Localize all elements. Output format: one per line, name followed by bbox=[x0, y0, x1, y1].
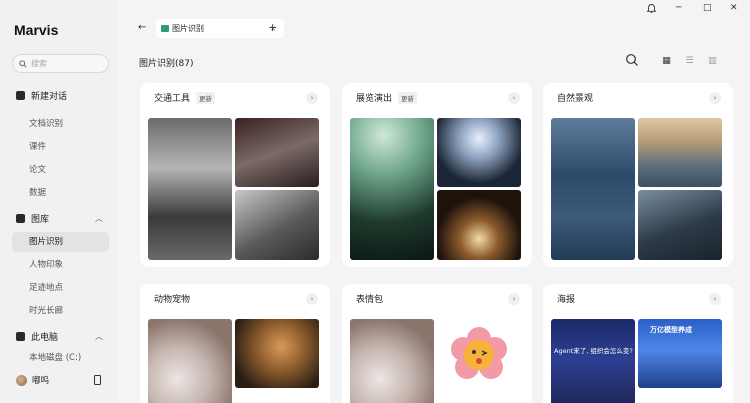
page-title: 图片识别(87) bbox=[139, 59, 194, 69]
minimize-icon[interactable]: ─ bbox=[676, 3, 681, 13]
add-tab-icon[interactable]: + bbox=[268, 21, 277, 34]
thumbnail-image[interactable] bbox=[638, 190, 722, 260]
thumbnail-image[interactable] bbox=[437, 118, 521, 187]
new-chat-icon bbox=[16, 90, 25, 100]
sidebar-item-local-disk[interactable]: 本地磁盘 (C:) bbox=[29, 351, 81, 365]
poster-caption: Agent来了, 组织会怎么变? bbox=[554, 347, 633, 355]
flower-emoji-icon bbox=[451, 327, 507, 379]
maximize-icon[interactable]: □ bbox=[703, 3, 712, 13]
sidebar-item-courseware[interactable]: 课件 bbox=[29, 140, 46, 154]
card-title: 表情包 bbox=[356, 295, 384, 305]
phone-icon[interactable] bbox=[94, 375, 101, 385]
new-chat-label: 新建对话 bbox=[31, 91, 68, 102]
thumbnail-image[interactable] bbox=[148, 319, 232, 403]
grid-view-icon[interactable]: ▦ bbox=[655, 52, 678, 69]
sidebar-item-timeline[interactable]: 时光长廊 bbox=[29, 304, 63, 318]
image-icon bbox=[161, 25, 169, 32]
card-title: 展览演出 bbox=[356, 94, 393, 104]
album-card-landscapes[interactable]: 自然景观 › bbox=[543, 83, 733, 267]
thumbnail-image[interactable] bbox=[350, 319, 434, 403]
chevron-right-icon[interactable]: › bbox=[306, 293, 318, 305]
thumbnail-image[interactable] bbox=[551, 118, 635, 260]
gallery-label: 图库 bbox=[31, 214, 50, 225]
thumbnail-image[interactable] bbox=[235, 118, 319, 187]
computer-label: 此电脑 bbox=[31, 332, 59, 343]
poster-image[interactable]: 万亿模型养成 bbox=[638, 319, 722, 388]
poster-image[interactable]: Agent来了, 组织会怎么变? bbox=[551, 319, 635, 403]
columns-view-icon[interactable]: ▥ bbox=[701, 52, 724, 69]
view-toggle[interactable]: ▦ ☰ ▥ bbox=[655, 52, 725, 69]
search-icon bbox=[19, 59, 27, 68]
sidebar-item-documents[interactable]: 文档识别 bbox=[29, 117, 63, 131]
update-badge: 更新 bbox=[398, 91, 418, 104]
sticker-image[interactable] bbox=[437, 319, 521, 388]
album-card-stickers[interactable]: 表情包 › bbox=[342, 284, 532, 403]
album-card-performances[interactable]: 展览演出 更新 › bbox=[342, 83, 532, 267]
album-card-posters[interactable]: 海报 › Agent来了, 组织会怎么变? 万亿模型养成 bbox=[543, 284, 733, 403]
thumbnail-image[interactable] bbox=[638, 118, 722, 187]
sidebar-item-people[interactable]: 人物印象 bbox=[29, 258, 63, 272]
card-title: 自然景观 bbox=[557, 94, 594, 104]
sidebar-item-papers[interactable]: 论文 bbox=[29, 163, 46, 177]
chevron-right-icon[interactable]: › bbox=[709, 92, 721, 104]
sidebar-item-data[interactable]: 数据 bbox=[29, 186, 46, 200]
sidebar-item-places[interactable]: 足迹地点 bbox=[29, 281, 63, 295]
sidebar-computer[interactable]: 此电脑 bbox=[16, 328, 58, 344]
search-input[interactable] bbox=[31, 59, 101, 68]
back-arrow-icon[interactable]: ← bbox=[138, 22, 146, 33]
poster-caption: 万亿模型养成 bbox=[650, 326, 692, 334]
user-profile[interactable]: 嘟呜 bbox=[16, 374, 49, 386]
tab-image-recognition[interactable]: 图片识别 ✕ bbox=[156, 19, 284, 38]
gallery-icon bbox=[16, 213, 25, 223]
thumbnail-image[interactable] bbox=[235, 319, 319, 388]
thumbnail-image[interactable] bbox=[235, 190, 319, 260]
card-title: 海报 bbox=[557, 295, 576, 305]
sidebar: Marvis 新建对话 文档识别 课件 论文 数据 图库 ︿ 图片识别 人物印象… bbox=[0, 0, 118, 403]
monitor-icon bbox=[16, 331, 25, 341]
thumbnail-image[interactable] bbox=[148, 118, 232, 260]
new-chat-button[interactable]: 新建对话 bbox=[16, 87, 67, 103]
app-logo: Marvis bbox=[14, 22, 59, 38]
search-icon[interactable] bbox=[625, 53, 639, 67]
album-card-vehicles[interactable]: 交通工具 更新 › bbox=[140, 83, 330, 267]
thumbnail-image[interactable] bbox=[437, 190, 521, 260]
close-window-icon[interactable]: ✕ bbox=[730, 3, 738, 13]
avatar bbox=[16, 374, 27, 386]
tab-label: 图片识别 bbox=[172, 24, 204, 33]
chevron-up-icon[interactable]: ︿ bbox=[95, 213, 103, 224]
chevron-right-icon[interactable]: › bbox=[709, 293, 721, 305]
chevron-right-icon[interactable]: › bbox=[508, 92, 520, 104]
chevron-up-icon[interactable]: ︿ bbox=[95, 331, 103, 342]
search-box[interactable] bbox=[12, 54, 109, 73]
card-title: 交通工具 bbox=[154, 94, 191, 104]
update-badge: 更新 bbox=[196, 91, 216, 104]
thumbnail-image[interactable] bbox=[350, 118, 434, 260]
chevron-right-icon[interactable]: › bbox=[508, 293, 520, 305]
bell-icon[interactable] bbox=[646, 3, 657, 16]
card-title: 动物宠物 bbox=[154, 295, 191, 305]
album-card-pets[interactable]: 动物宠物 › bbox=[140, 284, 330, 403]
sidebar-gallery[interactable]: 图库 bbox=[16, 210, 49, 226]
user-name: 嘟呜 bbox=[32, 376, 50, 386]
sidebar-item-image-recognition[interactable]: 图片识别 bbox=[12, 232, 109, 252]
main-content: ← 图片识别 ✕ + ─ □ ✕ 图片识别(87) ▦ ☰ ▥ 交通工具 更新 … bbox=[118, 0, 750, 403]
list-view-icon[interactable]: ☰ bbox=[678, 52, 701, 69]
chevron-right-icon[interactable]: › bbox=[306, 92, 318, 104]
